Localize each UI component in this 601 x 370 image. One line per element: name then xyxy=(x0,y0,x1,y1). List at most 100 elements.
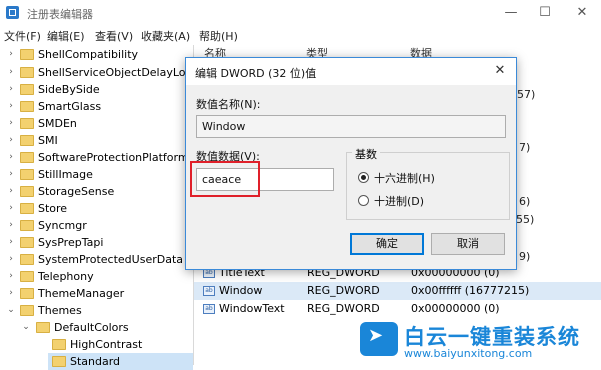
tree-item[interactable]: › SMI xyxy=(0,132,193,149)
chevron-right-icon[interactable]: › xyxy=(7,46,15,63)
chevron-right-icon[interactable]: › xyxy=(7,183,15,200)
value-name-field[interactable]: Window xyxy=(196,115,506,138)
tree-item[interactable]: ⌄ Themes xyxy=(0,302,193,319)
radio-hex-label[interactable]: 十六进制(H) xyxy=(374,170,435,186)
tree-item[interactable]: › SMDEn xyxy=(0,115,193,132)
tree-item-label: SysPrepTapi xyxy=(38,236,104,249)
folder-icon xyxy=(20,254,34,265)
radio-decimal-label[interactable]: 十进制(D) xyxy=(374,193,424,209)
chevron-down-icon[interactable]: ⌄ xyxy=(22,319,30,336)
tree-item[interactable]: › ShellCompatibility xyxy=(0,46,193,63)
tree-item[interactable]: › SideBySide xyxy=(0,81,193,98)
value-name-label: 数值名称(N): xyxy=(196,98,261,111)
watermark-url: www.baiyunxitong.com xyxy=(404,347,533,360)
chevron-right-icon[interactable]: › xyxy=(7,132,15,149)
folder-icon xyxy=(20,237,34,248)
list-row-selected[interactable]: ab Window REG_DWORD 0x00ffffff (16777215… xyxy=(194,282,601,300)
registry-tree[interactable]: › ShellCompatibility › ShellServiceObjec… xyxy=(0,45,199,370)
tree-item-label: SystemProtectedUserData xyxy=(38,253,183,266)
folder-icon xyxy=(20,49,34,60)
menu-file[interactable]: 文件(F) xyxy=(4,28,41,44)
dialog-close-button[interactable]: ✕ xyxy=(490,61,510,81)
tree-item[interactable]: HighContrast xyxy=(0,336,193,353)
folder-icon xyxy=(20,84,34,95)
tree-item-label: Standard xyxy=(70,355,121,368)
tree-item[interactable]: › ThemeManager xyxy=(0,285,193,302)
bird-icon: ➤ xyxy=(368,325,384,346)
row-name: Window xyxy=(219,284,263,297)
title-bar: 注册表编辑器 — ☐ ✕ xyxy=(0,0,601,25)
base-groupbox xyxy=(346,152,510,220)
tree-item-label: SMI xyxy=(38,134,58,147)
tree-item-selected[interactable]: Standard xyxy=(48,353,193,370)
regedit-app-icon xyxy=(6,6,19,19)
tree-item-label: Syncmgr xyxy=(38,219,87,232)
folder-icon xyxy=(20,169,34,180)
tree-item[interactable]: ⌄ DefaultColors xyxy=(0,319,193,336)
chevron-right-icon[interactable]: › xyxy=(7,200,15,217)
chevron-right-icon[interactable]: › xyxy=(7,149,15,166)
ok-button[interactable]: 确定 xyxy=(350,233,424,255)
chevron-right-icon[interactable]: › xyxy=(7,81,15,98)
radio-hex[interactable] xyxy=(358,172,369,183)
data-peek: 57) xyxy=(517,88,536,101)
tree-item[interactable]: › Syncmgr xyxy=(0,217,193,234)
chevron-right-icon[interactable]: › xyxy=(7,98,15,115)
data-peek: 7) xyxy=(519,141,531,154)
folder-icon xyxy=(52,339,66,350)
highlight-box xyxy=(190,161,260,197)
tree-item-label: ShellCompatibility xyxy=(38,48,139,61)
tree-item[interactable]: › SmartGlass xyxy=(0,98,193,115)
chevron-right-icon[interactable]: › xyxy=(7,251,15,268)
chevron-right-icon[interactable]: › xyxy=(7,217,15,234)
chevron-right-icon[interactable]: › xyxy=(7,285,15,302)
menu-favorites[interactable]: 收藏夹(A) xyxy=(141,28,190,44)
menu-help[interactable]: 帮助(H) xyxy=(199,28,238,44)
menu-bar: 文件(F) 编辑(E) 查看(V) 收藏夹(A) 帮助(H) xyxy=(0,25,601,46)
tree-item-label: Telephony xyxy=(38,270,94,283)
chevron-right-icon[interactable]: › xyxy=(7,64,15,81)
tree-item[interactable]: › Store xyxy=(0,200,193,217)
tree-item[interactable]: › SoftwareProtectionPlatform xyxy=(0,149,193,166)
menu-edit[interactable]: 编辑(E) xyxy=(47,28,85,44)
cancel-button[interactable]: 取消 xyxy=(431,233,505,255)
row-data: 0x00ffffff (16777215) xyxy=(411,284,530,297)
tree-item-label: DefaultColors xyxy=(54,321,129,334)
folder-icon xyxy=(20,203,34,214)
chevron-right-icon[interactable]: › xyxy=(7,115,15,132)
folder-icon xyxy=(20,271,34,282)
row-type: REG_DWORD xyxy=(307,284,380,297)
chevron-right-icon[interactable]: › xyxy=(7,268,15,285)
maximize-button[interactable]: ☐ xyxy=(528,2,562,23)
close-button[interactable]: ✕ xyxy=(565,2,599,23)
minimize-button[interactable]: — xyxy=(494,2,528,23)
tree-item-label: SmartGlass xyxy=(38,100,102,113)
tree-item-label: StorageSense xyxy=(38,185,115,198)
tree-item[interactable]: › StorageSense xyxy=(0,183,193,200)
folder-open-icon xyxy=(52,356,66,367)
radio-decimal[interactable] xyxy=(358,195,369,206)
base-group-title: 基数 xyxy=(352,146,380,162)
tree-item[interactable]: › SystemProtectedUserData xyxy=(0,251,193,268)
chevron-down-icon[interactable]: ⌄ xyxy=(7,302,15,319)
dialog-title-bar: 编辑 DWORD (32 位)值 ✕ xyxy=(186,58,516,85)
tree-item-label: StillImage xyxy=(38,168,93,181)
folder-icon xyxy=(20,135,34,146)
tree-item-label: SMDEn xyxy=(38,117,77,130)
row-name: WindowText xyxy=(219,302,285,315)
folder-icon xyxy=(20,186,34,197)
tree-item-label: ThemeManager xyxy=(38,287,125,300)
menu-view[interactable]: 查看(V) xyxy=(95,28,133,44)
chevron-right-icon[interactable]: › xyxy=(7,234,15,251)
chevron-right-icon[interactable]: › xyxy=(7,166,15,183)
data-peek: 9) xyxy=(519,250,531,263)
tree-item[interactable]: › Telephony xyxy=(0,268,193,285)
tree-item[interactable]: › SysPrepTapi xyxy=(0,234,193,251)
data-peek: 55) xyxy=(516,213,535,226)
tree-item-label: HighContrast xyxy=(70,338,143,351)
data-peek: 6) xyxy=(519,195,531,208)
tree-item[interactable]: › ShellServiceObjectDelayLoad xyxy=(0,64,199,81)
tree-item[interactable]: › StillImage xyxy=(0,166,193,183)
dialog-title: 编辑 DWORD (32 位)值 xyxy=(195,67,317,80)
folder-icon xyxy=(20,220,34,231)
